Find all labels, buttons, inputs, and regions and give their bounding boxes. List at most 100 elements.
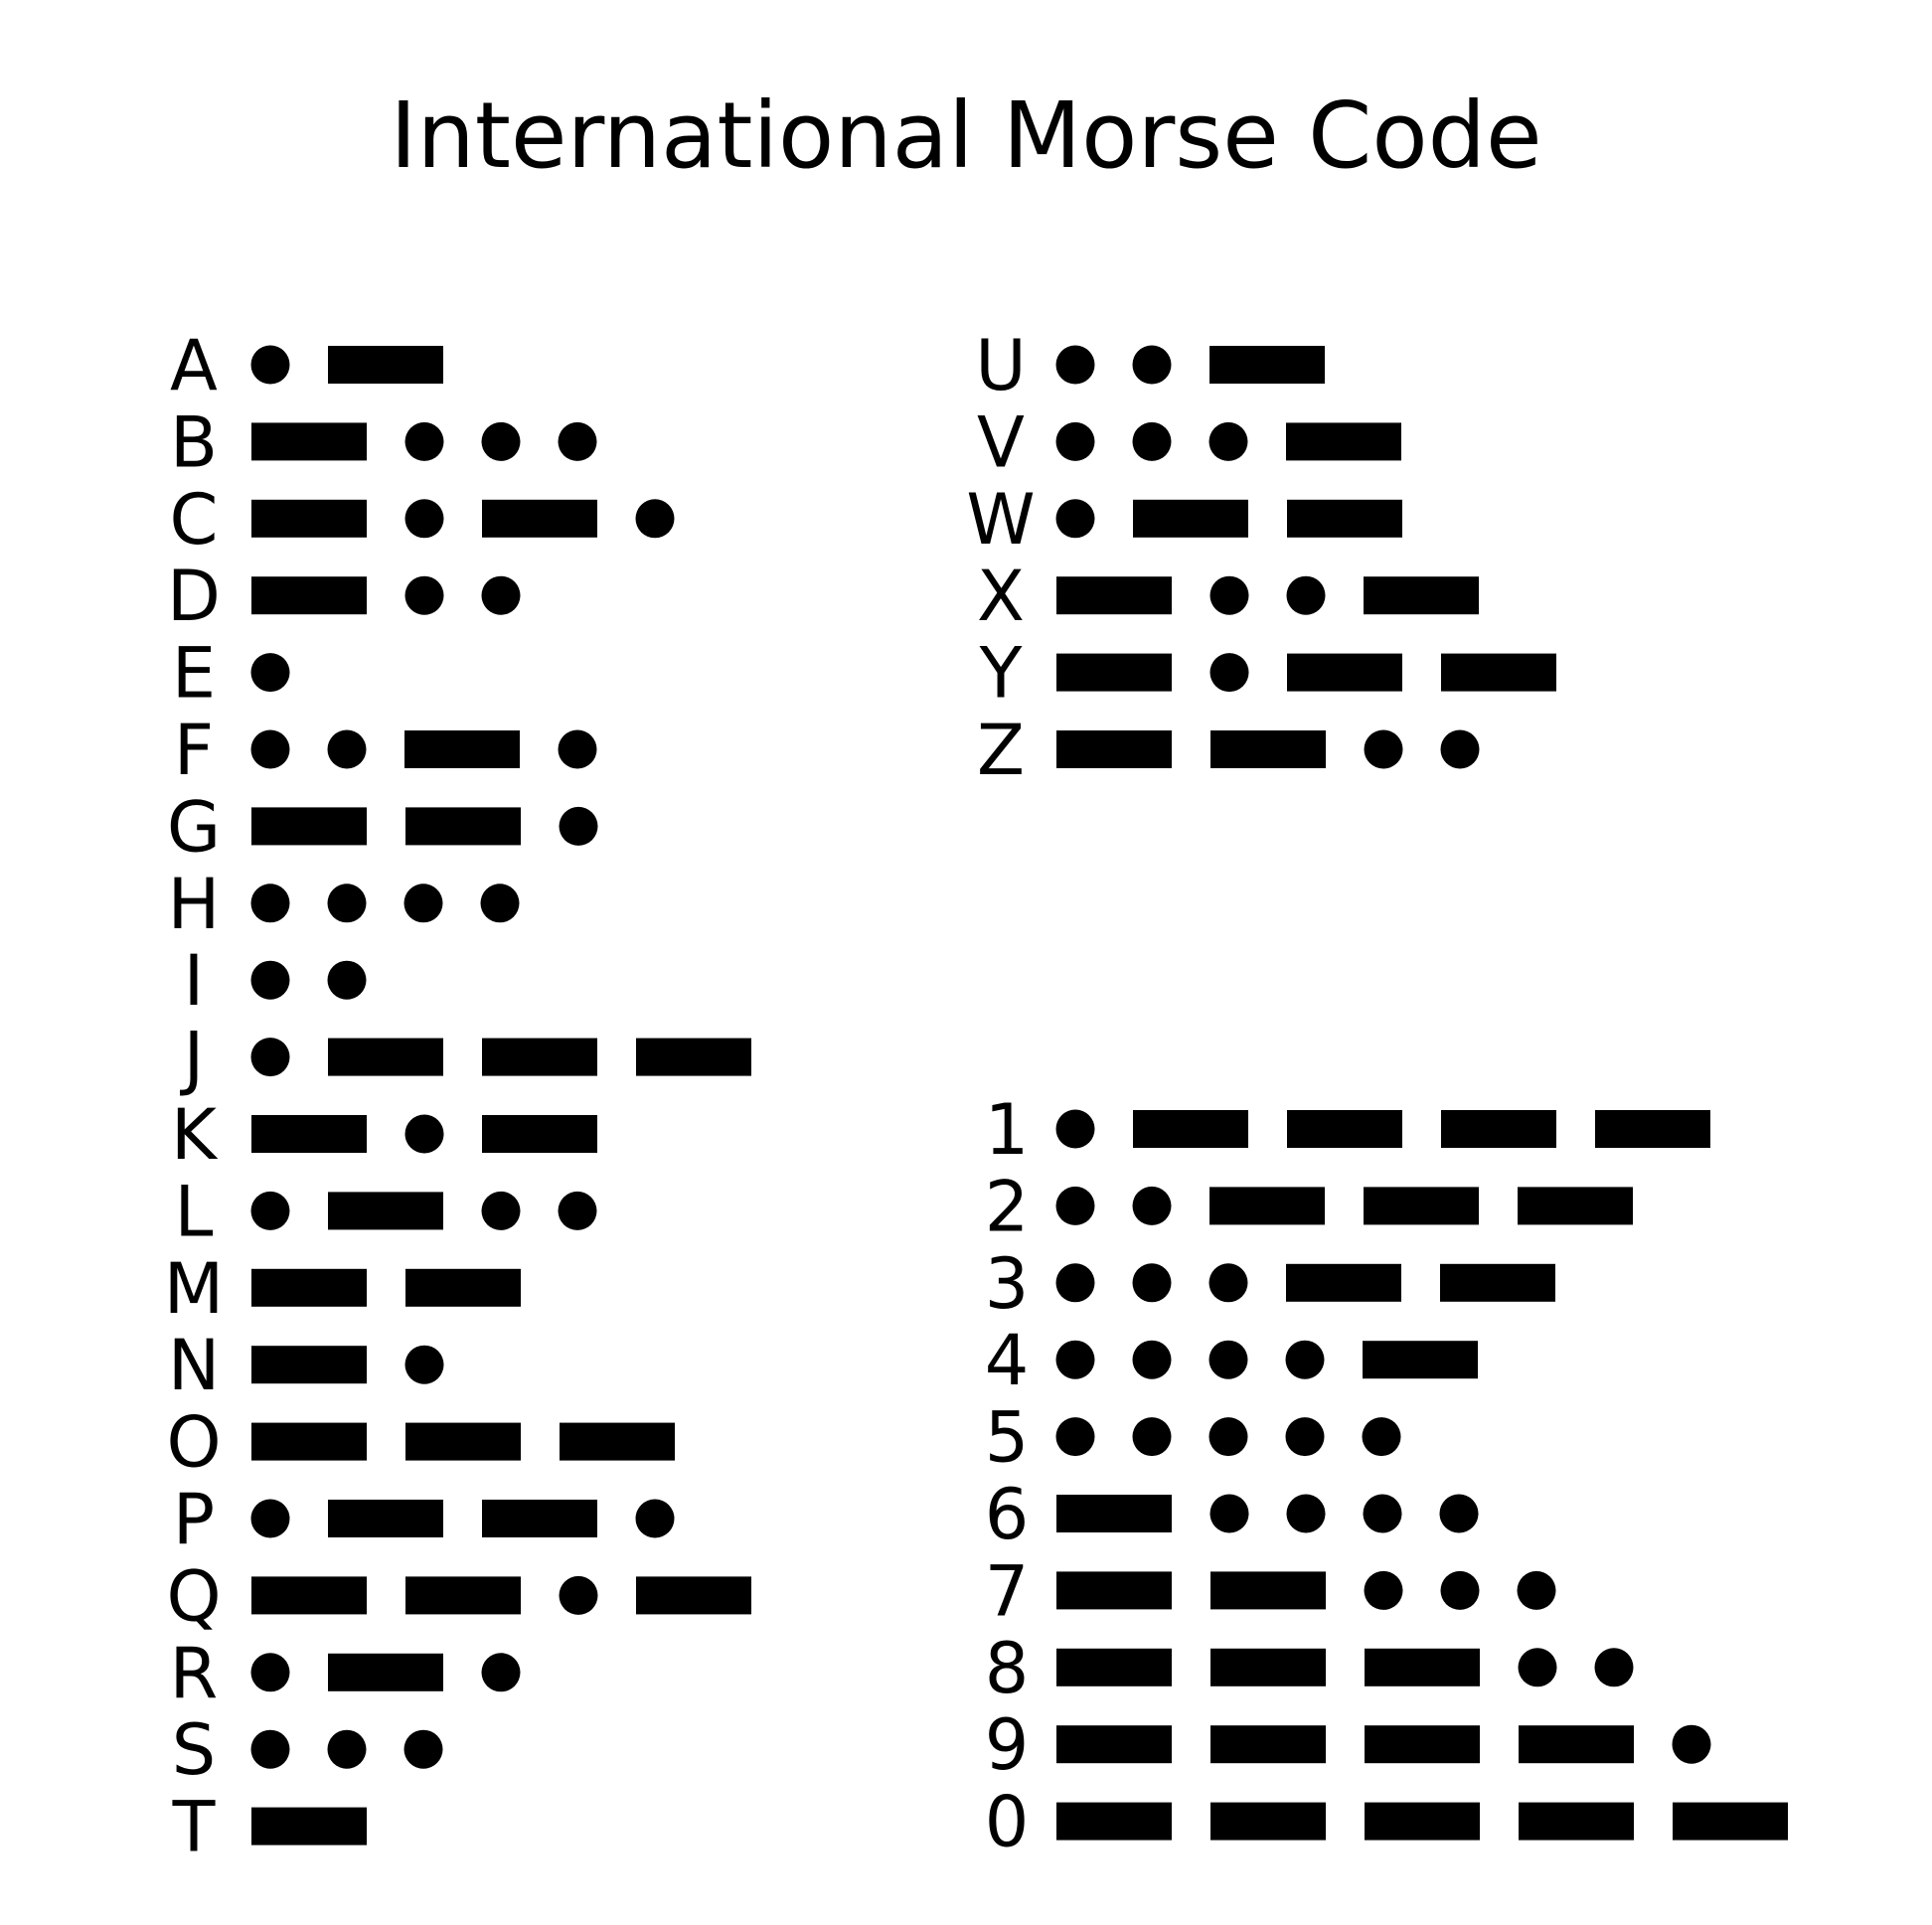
morse-dash	[1210, 730, 1326, 768]
morse-char-label: N	[168, 1325, 220, 1406]
morse-dot	[250, 960, 290, 1000]
morse-dot	[403, 1729, 443, 1769]
morse-dot	[1440, 1570, 1480, 1610]
morse-row-8: 8	[985, 1628, 1634, 1709]
morse-char-label: P	[173, 1479, 215, 1560]
morse-char-label: M	[164, 1248, 224, 1330]
morse-row-p: P	[173, 1479, 675, 1560]
morse-char-label: B	[170, 401, 218, 483]
morse-char-label: 5	[985, 1397, 1030, 1479]
morse-char-label: 2	[985, 1166, 1030, 1247]
morse-dot	[250, 653, 290, 693]
morse-dot	[1208, 421, 1248, 461]
morse-dot	[1132, 421, 1172, 461]
morse-row-x: X	[977, 556, 1479, 637]
letters-u-to-z-group: UVWXYZ	[966, 325, 1556, 791]
morse-char-label: S	[172, 1709, 216, 1791]
morse-dash	[1056, 730, 1172, 768]
morse-dot	[404, 1345, 444, 1384]
morse-dash	[1210, 1725, 1326, 1764]
morse-row-g: G	[167, 786, 598, 868]
morse-dash	[251, 807, 367, 846]
morse-dot	[1055, 421, 1095, 461]
morse-dash	[560, 1422, 675, 1461]
morse-dash	[1440, 1263, 1555, 1302]
morse-dash	[1595, 1110, 1710, 1148]
morse-dot	[481, 1191, 521, 1230]
morse-dash	[251, 1346, 367, 1384]
morse-dot	[404, 1114, 444, 1154]
morse-dot	[1439, 1494, 1479, 1533]
morse-dash	[1210, 1802, 1326, 1841]
morse-dot	[250, 1729, 290, 1769]
morse-dash	[1365, 1802, 1480, 1841]
morse-dash	[1056, 576, 1172, 615]
morse-dot	[559, 1575, 598, 1615]
morse-dash	[1287, 653, 1402, 692]
morse-dot	[1517, 1570, 1556, 1610]
morse-dot	[1285, 1340, 1325, 1379]
morse-dot	[1132, 345, 1172, 385]
morse-dot	[1518, 1648, 1557, 1687]
morse-dot	[1364, 1570, 1403, 1610]
morse-row-b: B	[170, 401, 597, 483]
morse-dot	[1055, 1263, 1095, 1303]
morse-char-label: Z	[977, 710, 1025, 791]
morse-char-label: 7	[985, 1550, 1030, 1632]
morse-char-label: J	[180, 1018, 205, 1099]
morse-dash	[251, 422, 367, 461]
morse-dot	[1055, 499, 1095, 539]
morse-dash	[328, 1038, 443, 1076]
morse-dot	[1285, 1417, 1325, 1457]
morse-char-label: H	[168, 864, 221, 945]
morse-dash	[1364, 576, 1479, 615]
morse-row-v: V	[977, 401, 1401, 483]
morse-dash	[405, 1576, 521, 1615]
morse-row-h: H	[168, 864, 520, 945]
morse-char-label: O	[166, 1402, 221, 1484]
morse-row-n: N	[168, 1325, 444, 1406]
morse-row-s: S	[172, 1709, 443, 1791]
morse-char-label: C	[170, 479, 219, 561]
morse-dash	[251, 499, 367, 538]
morse-dash	[405, 1422, 521, 1461]
morse-char-label: 3	[985, 1243, 1030, 1325]
morse-dash	[1441, 1110, 1556, 1148]
morse-dot	[1209, 575, 1249, 615]
morse-row-j: J	[180, 1018, 751, 1099]
morse-dot	[1209, 653, 1249, 693]
morse-row-t: T	[172, 1787, 367, 1868]
morse-dot	[480, 883, 520, 923]
morse-dot	[327, 883, 367, 923]
morse-dot	[404, 499, 444, 539]
morse-row-a: A	[170, 325, 443, 406]
morse-char-label: G	[167, 786, 221, 868]
morse-code-chart: ABCDEFGHIJKLMNOPQRST UVWXYZ 1234567890	[164, 325, 1788, 1868]
morse-dot	[250, 1038, 290, 1077]
morse-dot	[558, 1191, 597, 1230]
morse-dash	[1209, 1187, 1325, 1225]
morse-row-1: 1	[985, 1089, 1710, 1171]
morse-row-f: F	[174, 710, 597, 791]
morse-dash	[1365, 1648, 1480, 1686]
morse-dash	[1365, 1725, 1480, 1764]
morse-dot	[1132, 1186, 1172, 1225]
morse-dot	[404, 421, 444, 461]
morse-row-q: Q	[166, 1555, 751, 1637]
morse-dash	[405, 1268, 521, 1307]
morse-char-label: I	[184, 940, 205, 1022]
morse-row-e: E	[172, 633, 290, 715]
morse-dash	[404, 730, 520, 768]
morse-dot	[1055, 1186, 1095, 1225]
morse-dot	[1055, 1109, 1095, 1149]
morse-dash	[1673, 1802, 1788, 1841]
morse-dot	[1286, 575, 1326, 615]
morse-dash	[636, 1576, 751, 1615]
letters-a-to-t-group: ABCDEFGHIJKLMNOPQRST	[164, 325, 751, 1868]
morse-dash	[1133, 499, 1248, 538]
morse-dash	[1519, 1802, 1634, 1841]
morse-dash	[251, 1807, 367, 1845]
morse-dot	[1364, 729, 1403, 769]
morse-dot	[250, 1191, 290, 1230]
morse-row-d: D	[167, 556, 521, 637]
